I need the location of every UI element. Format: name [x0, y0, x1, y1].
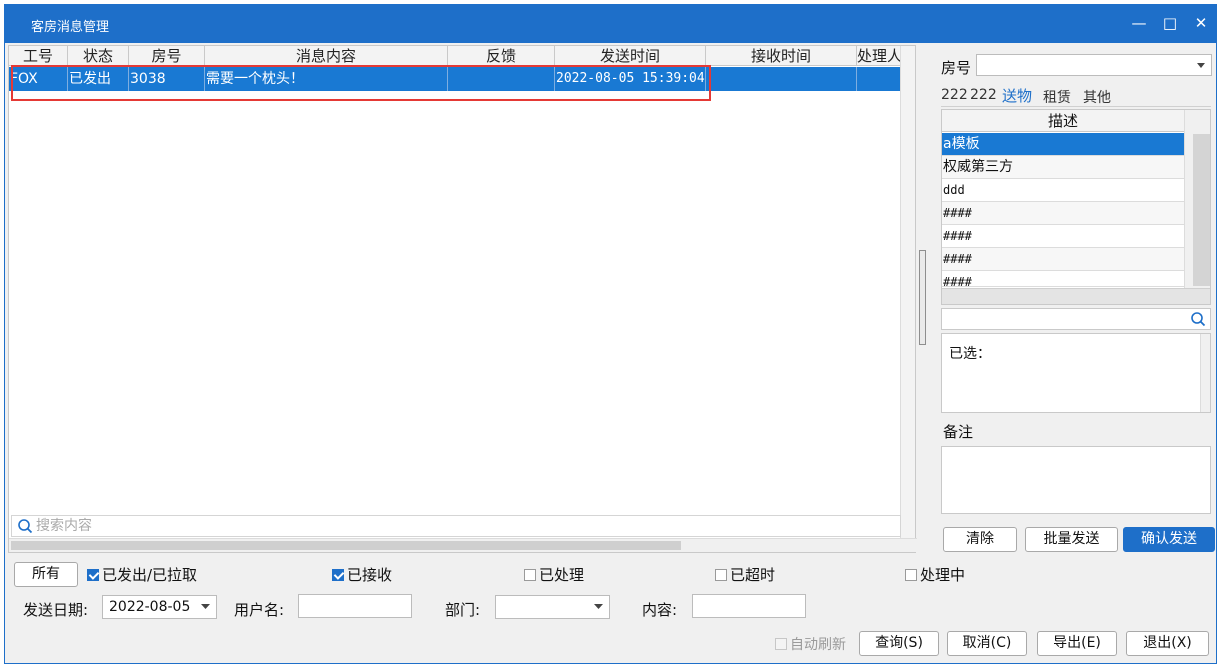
- main-window: 客房消息管理 — □ ✕ 工号 状态 房号 消息内容 反馈 发送时间 接收时间 …: [4, 4, 1217, 664]
- list-item[interactable]: ####: [942, 202, 1184, 225]
- chevron-down-icon: [594, 604, 603, 609]
- minimize-button[interactable]: —: [1129, 13, 1149, 33]
- title-bar: 客房消息管理 — □ ✕: [5, 5, 1216, 43]
- chevron-down-icon: [201, 604, 210, 609]
- all-button[interactable]: 所有: [14, 562, 78, 587]
- clear-button[interactable]: 清除: [943, 527, 1017, 552]
- list-item[interactable]: ####: [942, 271, 1184, 287]
- check-processing[interactable]: 处理中: [905, 564, 965, 585]
- tab-222-a[interactable]: 222: [941, 87, 968, 103]
- col-header-status[interactable]: 状态: [68, 46, 129, 66]
- cell-room: 3038: [129, 67, 205, 91]
- query-button[interactable]: 查询(S): [859, 631, 939, 656]
- room-label: 房号: [941, 59, 972, 77]
- list-vertical-scrollbar[interactable]: [1184, 110, 1210, 288]
- maximize-button[interactable]: □: [1160, 13, 1180, 33]
- department-select[interactable]: [495, 595, 610, 619]
- content-input[interactable]: [692, 594, 806, 618]
- checkbox[interactable]: [332, 568, 344, 581]
- cell-status: 已发出: [68, 67, 129, 91]
- col-header-send-time[interactable]: 发送时间: [555, 46, 706, 66]
- col-header-content[interactable]: 消息内容: [205, 46, 448, 66]
- send-date-picker[interactable]: 2022-08-05: [102, 595, 217, 619]
- grid-header: 工号 状态 房号 消息内容 反馈 发送时间 接收时间 处理人: [9, 46, 901, 66]
- message-grid: 工号 状态 房号 消息内容 反馈 发送时间 接收时间 处理人 FOX 已发出 3…: [8, 45, 917, 553]
- search-icon: [18, 519, 33, 534]
- cell-staff: FOX: [9, 67, 68, 91]
- checkbox[interactable]: [715, 568, 727, 581]
- check-timeout[interactable]: 已超时: [715, 564, 775, 585]
- list-item[interactable]: ddd: [942, 179, 1184, 202]
- search-input[interactable]: [36, 517, 886, 535]
- auto-refresh-checkbox[interactable]: 自动刷新: [775, 634, 846, 654]
- window-title: 客房消息管理: [31, 20, 110, 35]
- checkbox[interactable]: [905, 568, 917, 581]
- col-header-feedback[interactable]: 反馈: [448, 46, 555, 66]
- batch-send-button[interactable]: 批量发送: [1025, 527, 1118, 552]
- list-item[interactable]: ####: [942, 248, 1184, 271]
- description-list: 描述 a模板 权威第三方 ddd #### #### #### ####: [941, 109, 1211, 305]
- username-input[interactable]: [298, 594, 412, 618]
- send-date-label: 发送日期:: [23, 601, 89, 619]
- confirm-send-button[interactable]: 确认发送: [1123, 527, 1215, 552]
- tab-delivery[interactable]: 送物: [1002, 85, 1032, 106]
- list-horizontal-scrollbar[interactable]: [942, 288, 1210, 304]
- list-item[interactable]: ####: [942, 225, 1184, 248]
- chevron-down-icon: [1197, 63, 1205, 68]
- checkbox[interactable]: [87, 568, 99, 581]
- export-button[interactable]: 导出(E): [1037, 631, 1117, 656]
- selected-scrollbar[interactable]: [1200, 334, 1210, 412]
- room-select[interactable]: [976, 54, 1212, 76]
- selected-items-box[interactable]: 已选：: [941, 333, 1211, 413]
- tab-other[interactable]: 其他: [1083, 87, 1111, 107]
- col-header-room[interactable]: 房号: [129, 46, 205, 66]
- check-processed[interactable]: 已处理: [524, 564, 584, 585]
- tab-222-b[interactable]: 222: [970, 87, 997, 103]
- check-sent-pulled[interactable]: 已发出/已拉取: [87, 564, 197, 585]
- filter-input[interactable]: [941, 308, 1211, 330]
- list-item[interactable]: a模板: [942, 133, 1184, 156]
- panel-splitter[interactable]: [919, 250, 926, 345]
- cell-recv-time: [706, 67, 857, 91]
- description-header: 描述: [942, 110, 1184, 132]
- note-textarea[interactable]: [941, 446, 1211, 514]
- table-row[interactable]: FOX 已发出 3038 需要一个枕头！ 2022-08-05 15:39:04: [9, 67, 901, 91]
- category-tabs: 222 222 送物 租赁 其他: [941, 85, 1211, 107]
- username-label: 用户名:: [234, 601, 285, 619]
- checkbox[interactable]: [775, 638, 787, 650]
- search-bar: [11, 515, 901, 537]
- col-header-staff[interactable]: 工号: [9, 46, 68, 66]
- cell-feedback: [448, 67, 555, 91]
- col-header-recv-time[interactable]: 接收时间: [706, 46, 857, 66]
- content-label: 内容:: [642, 601, 678, 619]
- selected-label: 已选：: [949, 346, 991, 362]
- search-icon[interactable]: [1190, 311, 1206, 327]
- check-received[interactable]: 已接收: [332, 564, 392, 585]
- exit-button[interactable]: 退出(X): [1126, 631, 1209, 656]
- checkbox[interactable]: [524, 568, 536, 581]
- right-panel: 房号 222 222 送物 租赁 其他 描述 a模板 权威第三方 ddd ###…: [929, 45, 1215, 555]
- cell-content: 需要一个枕头！: [205, 67, 448, 91]
- grid-vertical-scrollbar[interactable]: [900, 46, 915, 538]
- cancel-button[interactable]: 取消(C): [947, 631, 1027, 656]
- note-label: 备注: [943, 423, 974, 441]
- grid-horizontal-scrollbar[interactable]: [9, 538, 917, 552]
- cell-handler: [857, 67, 901, 91]
- cell-send-time: 2022-08-05 15:39:04: [555, 67, 706, 91]
- list-item[interactable]: 权威第三方: [942, 156, 1184, 179]
- scroll-thumb[interactable]: [11, 541, 681, 550]
- close-button[interactable]: ✕: [1191, 13, 1211, 33]
- col-header-handler[interactable]: 处理人: [857, 46, 901, 66]
- tab-rental[interactable]: 租赁: [1043, 87, 1071, 107]
- department-label: 部门:: [445, 601, 481, 619]
- scroll-thumb[interactable]: [1193, 134, 1210, 286]
- send-date-value: 2022-08-05: [109, 599, 191, 615]
